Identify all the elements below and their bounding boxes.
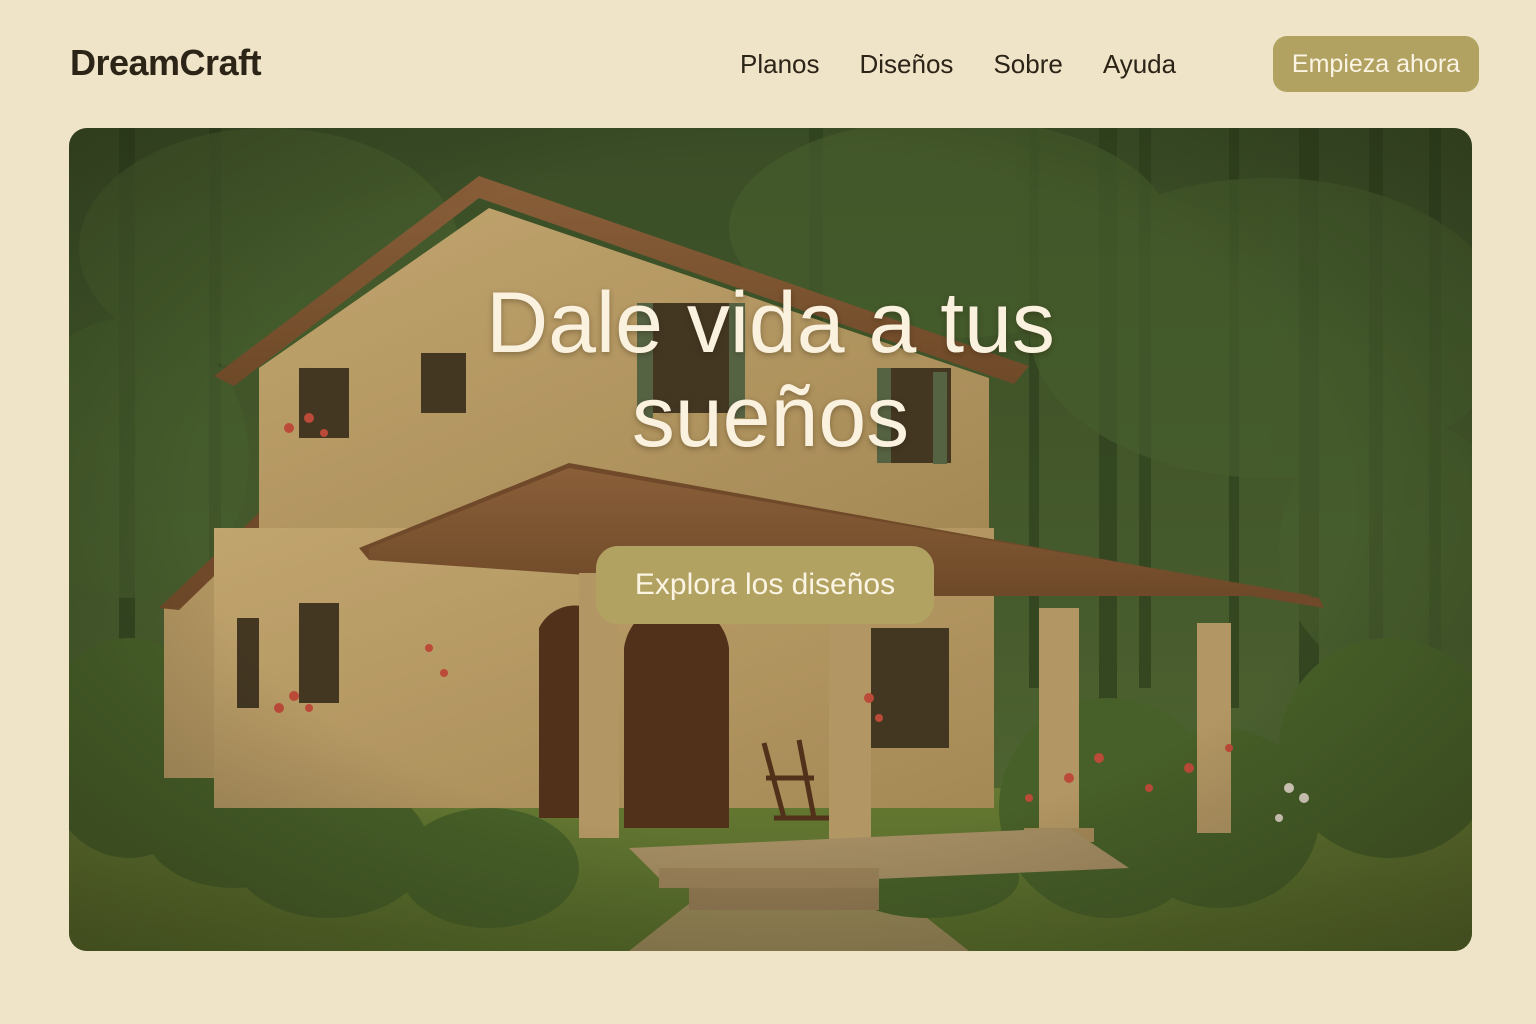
explore-designs-button[interactable]: Explora los diseños <box>596 546 934 624</box>
nav-link-sobre[interactable]: Sobre <box>993 46 1062 82</box>
main-nav: Planos Diseños Sobre Ayuda <box>740 46 1216 82</box>
nav-link-disenos[interactable]: Diseños <box>860 46 954 82</box>
hero-title-line-2: sueños <box>631 369 910 465</box>
landing-page: DreamCraft Planos Diseños Sobre Ayuda Em… <box>0 0 1536 1024</box>
hero-title-line-1: Dale vida a tus <box>486 275 1055 371</box>
brand-logo[interactable]: DreamCraft <box>70 42 262 84</box>
hero-house-image <box>69 128 1472 951</box>
hero-title: Dale vida a tus sueños <box>69 276 1472 464</box>
hero-section: Dale vida a tus sueños Explora los diseñ… <box>69 128 1472 951</box>
nav-link-ayuda[interactable]: Ayuda <box>1103 46 1176 82</box>
nav-link-planos[interactable]: Planos <box>740 46 820 82</box>
get-started-button[interactable]: Empieza ahora <box>1273 36 1479 92</box>
